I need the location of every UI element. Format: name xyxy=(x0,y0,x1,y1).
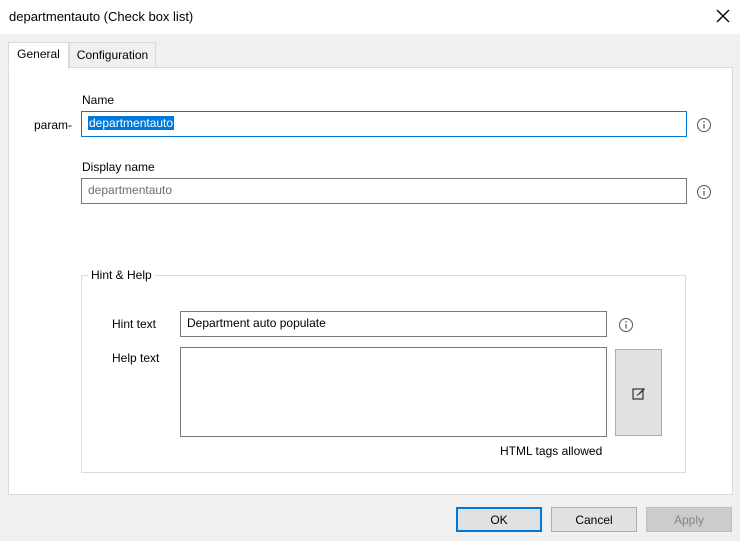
display-name-input[interactable]: departmentauto xyxy=(81,178,687,204)
title-bar: departmentauto (Check box list) xyxy=(0,0,740,34)
close-icon xyxy=(716,9,730,23)
window-title: departmentauto (Check box list) xyxy=(9,9,194,24)
help-text-area[interactable] xyxy=(180,347,607,437)
name-label: Name xyxy=(82,93,115,107)
name-info-icon[interactable] xyxy=(696,117,712,133)
display-name-label: Display name xyxy=(82,160,155,174)
apply-button[interactable]: Apply xyxy=(646,507,732,532)
name-prefix: param- xyxy=(34,118,73,132)
tab-configuration[interactable]: Configuration xyxy=(69,42,156,68)
hint-text-label: Hint text xyxy=(112,317,157,331)
display-name-info-icon[interactable] xyxy=(696,184,712,200)
tab-general[interactable]: General xyxy=(8,42,69,69)
hint-info-icon[interactable] xyxy=(618,317,634,333)
close-button[interactable] xyxy=(706,0,740,32)
help-text-label: Help text xyxy=(112,351,160,365)
edit-icon xyxy=(631,387,645,400)
hint-text-input[interactable]: Department auto populate xyxy=(180,311,607,337)
cancel-button[interactable]: Cancel xyxy=(551,507,637,532)
name-input[interactable]: departmentauto xyxy=(81,111,687,137)
ok-button[interactable]: OK xyxy=(456,507,542,532)
hint-help-group-label: Hint & Help xyxy=(88,268,155,282)
edit-help-button[interactable] xyxy=(615,349,662,436)
name-input-value: departmentauto xyxy=(88,116,175,130)
html-tags-note: HTML tags allowed xyxy=(500,444,603,458)
